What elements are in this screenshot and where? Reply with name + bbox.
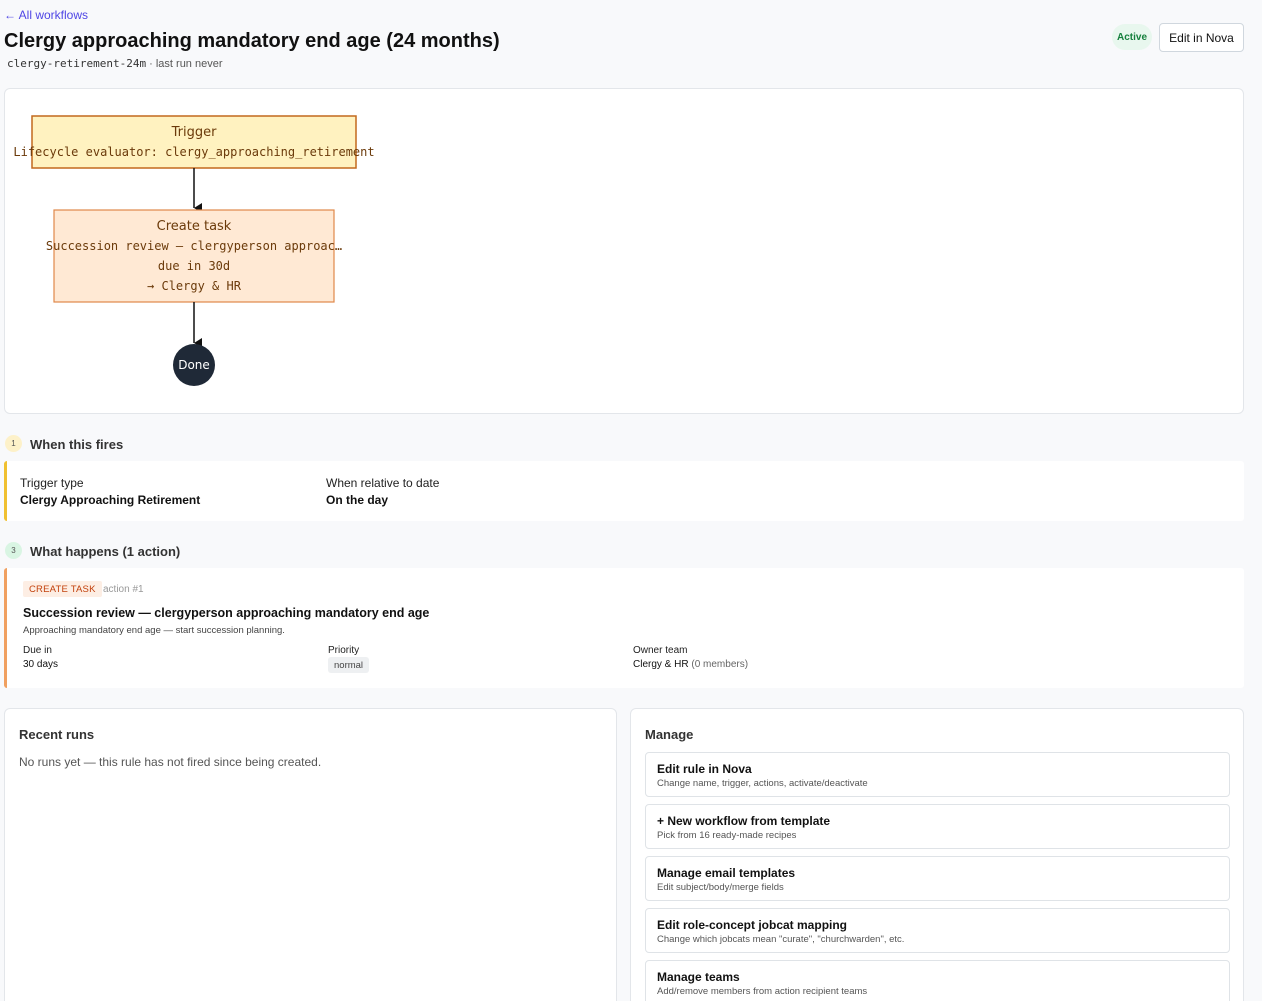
what-happens-heading: What happens (1 action) — [30, 544, 181, 559]
priority-badge: normal — [328, 657, 370, 673]
create-task-node: Create task Succession review — clergype… — [46, 209, 342, 303]
manage-item-desc: Change name, trigger, actions, activate/… — [657, 778, 868, 789]
step-number-3: 3 — [5, 542, 22, 559]
workflow-diagram-panel: Trigger Lifecycle evaluator: clergy_appr… — [4, 88, 1244, 414]
recent-runs-title: Recent runs — [19, 727, 95, 742]
when-this-fires-heading: When this fires — [30, 437, 124, 452]
manage-item-title: Edit rule in Nova — [657, 762, 752, 776]
manage-item-desc: Edit subject/body/merge fields — [657, 882, 784, 893]
manage-jobcat-mapping-link[interactable]: Edit role-concept jobcat mapping Change … — [645, 908, 1230, 953]
trigger-node-detail: Lifecycle evaluator: clergy_approaching_… — [13, 145, 374, 159]
manage-item-desc: Change which jobcats mean "curate", "chu… — [657, 934, 905, 945]
done-node-label: Done — [178, 358, 210, 372]
manage-panel: Manage Edit rule in Nova Change name, tr… — [630, 708, 1244, 1001]
task-node-due: due in 30d — [158, 259, 230, 273]
task-node-title: Create task — [157, 219, 232, 234]
recent-runs-panel: Recent runs No runs yet — this rule has … — [4, 708, 617, 1001]
manage-item-desc: Add/remove members from action recipient… — [657, 986, 868, 997]
manage-title: Manage — [645, 727, 694, 742]
owner-team-value: Clergy & HR (0 members) — [633, 659, 748, 670]
owner-team-label: Owner team — [633, 645, 688, 656]
manage-item-title: Edit role-concept jobcat mapping — [657, 918, 848, 932]
page-title: Clergy approaching mandatory end age (24… — [4, 30, 500, 52]
manage-item-desc: Pick from 16 ready-made recipes — [657, 830, 797, 841]
relative-date-value: On the day — [326, 493, 389, 507]
done-node: Done — [173, 344, 215, 386]
task-node-owner: → Clergy & HR — [147, 279, 242, 293]
step-number-1: 1 — [5, 435, 22, 452]
due-in-value: 30 days — [23, 659, 59, 670]
action-title: Succession review — clergyperson approac… — [23, 606, 430, 620]
task-node-summary: Succession review — clergyperson approac… — [46, 239, 342, 253]
relative-date-label: When relative to date — [326, 476, 440, 490]
workflow-diagram: Trigger Lifecycle evaluator: clergy_appr… — [13, 115, 375, 386]
status-badge: Active — [1112, 24, 1152, 50]
trigger-type-value: Clergy Approaching Retirement — [20, 493, 201, 507]
action-description: Approaching mandatory end age — start su… — [23, 625, 285, 636]
workflow-meta: clergy-retirement-24m · last run never — [7, 57, 223, 70]
workflow-slug: clergy-retirement-24m — [7, 57, 147, 70]
manage-item-title: Manage teams — [657, 970, 740, 984]
due-in-label: Due in — [23, 645, 52, 656]
trigger-card: Trigger type Clergy Approaching Retireme… — [4, 461, 1244, 521]
recent-runs-empty-state: No runs yet — this rule has not fired si… — [19, 755, 322, 769]
priority-label: Priority — [328, 645, 360, 656]
trigger-type-label: Trigger type — [20, 476, 84, 490]
manage-item-title: Manage email templates — [657, 866, 796, 880]
edit-in-nova-button[interactable]: Edit in Nova — [1159, 23, 1244, 52]
manage-teams-link[interactable]: Manage teams Add/remove members from act… — [645, 960, 1230, 1001]
manage-edit-rule-link[interactable]: Edit rule in Nova Change name, trigger, … — [645, 752, 1230, 797]
trigger-node-title: Trigger — [171, 125, 217, 140]
back-to-workflows-link[interactable]: ← All workflows — [4, 8, 88, 22]
action-number: action #1 — [103, 584, 144, 595]
manage-new-workflow-link[interactable]: + New workflow from template Pick from 1… — [645, 804, 1230, 849]
action-card: CREATE TASK action #1 Succession review … — [4, 568, 1244, 688]
trigger-node: Trigger Lifecycle evaluator: clergy_appr… — [13, 115, 375, 169]
action-type-tag: CREATE TASK — [23, 581, 102, 597]
last-run-text: · last run never — [146, 58, 223, 70]
owner-team-name: Clergy & HR — [633, 659, 689, 670]
manage-item-title: + New workflow from template — [657, 814, 831, 828]
owner-team-members: (0 members) — [691, 659, 749, 670]
manage-email-templates-link[interactable]: Manage email templates Edit subject/body… — [645, 856, 1230, 901]
